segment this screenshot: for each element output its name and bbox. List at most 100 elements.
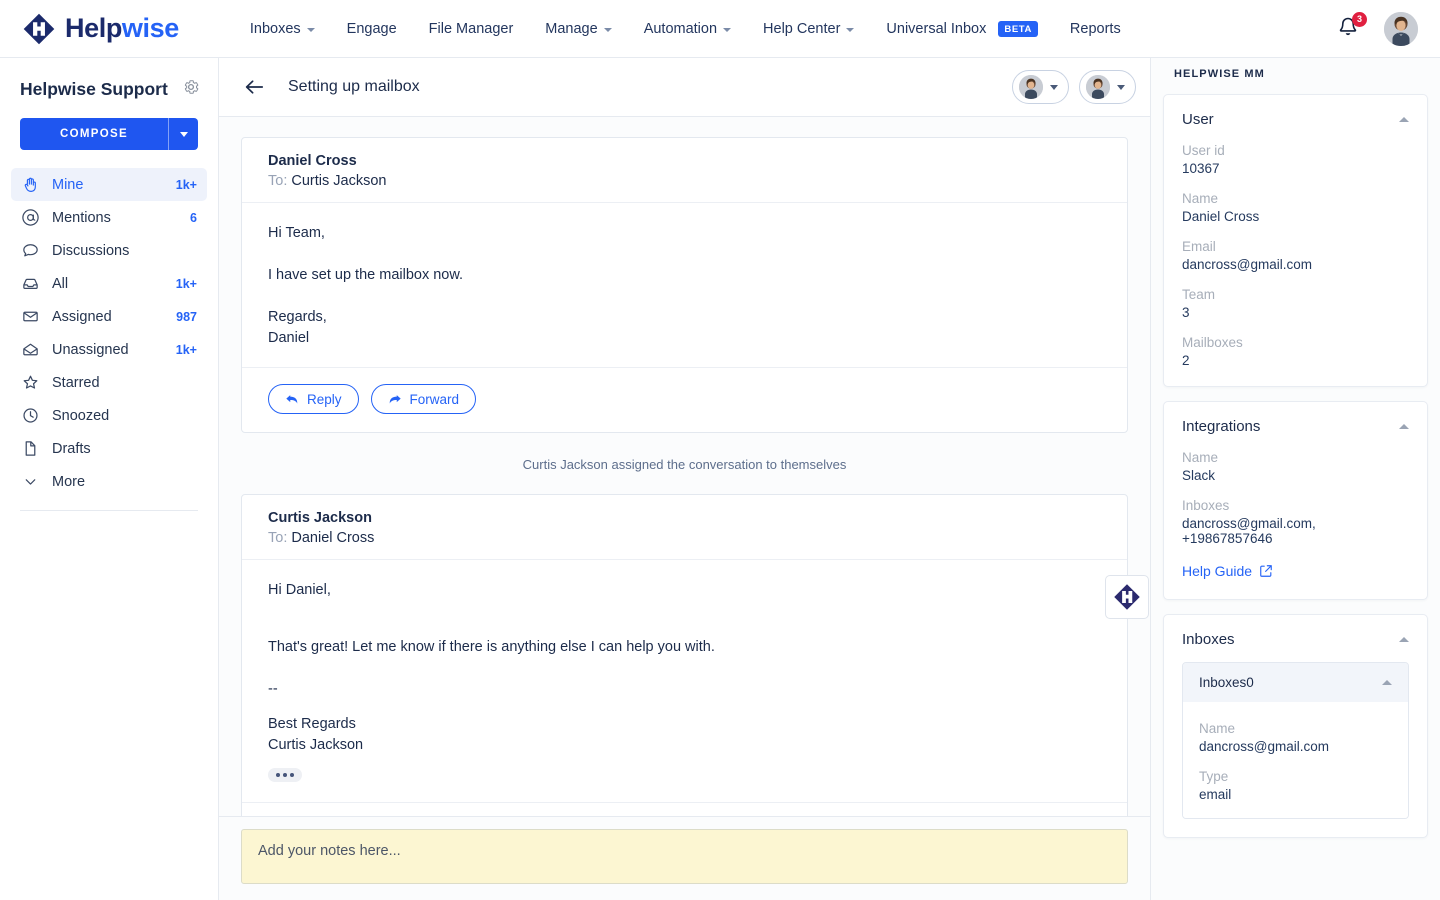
system-event-note: Curtis Jackson assigned the conversation… [522,457,847,472]
compose-button-group[interactable]: COMPOSE [20,118,198,150]
field-value: 3 [1182,305,1190,320]
sidebar-item-label: Mentions [52,209,111,226]
message-line: Regards, Daniel [268,309,327,346]
message-line: That's great! Let me know if there is an… [268,639,715,655]
chevron-up-icon[interactable] [1399,637,1409,642]
avatar [1019,75,1043,99]
nav-item-manage[interactable]: Manage [529,0,627,58]
message-line: Hi Daniel, [268,582,331,598]
field-label: User id [1182,143,1225,158]
sidebar-item-discussions[interactable]: Discussions [11,234,207,267]
message-line: Best Regards Curtis Jackson [268,716,364,753]
chevron-up-icon[interactable] [1382,680,1392,685]
user-avatar[interactable] [1384,11,1418,46]
chevron-down-icon [179,131,188,137]
sidebar-item-more[interactable]: More [11,465,207,498]
envelope-open-icon [21,340,40,359]
sidebar-item-drafts[interactable]: Drafts [11,432,207,465]
help-guide-link[interactable]: Help Guide [1182,563,1273,579]
card-title: User [1182,111,1214,128]
top-navigation-bar: Helpwise Inboxes Engage File Manager Man… [0,0,1440,58]
sidebar-item-label: Snoozed [52,407,110,424]
card-title: Inboxes [1182,631,1235,648]
subcard-title: Inboxes0 [1199,675,1254,690]
inbox-subcard: Inboxes0 Name dancross@gmail.com Type em… [1182,662,1409,819]
nav-links: Inboxes Engage File Manager Manage Autom… [234,0,1137,58]
nav-item-file-manager[interactable]: File Manager [413,0,530,58]
sidebar-item-label: Drafts [52,440,91,457]
field-inbox-name: Name dancross@gmail.com [1199,721,1392,754]
message-sender: Daniel Cross [268,153,357,169]
chevron-down-icon [846,27,855,32]
chevron-down-icon [603,27,612,32]
assignee-dropdown[interactable] [1012,70,1069,104]
inbox-subcard-header[interactable]: Inboxes0 [1183,663,1408,702]
sidebar-item-mine[interactable]: Mine 1k+ [11,168,207,201]
sidebar-item-starred[interactable]: Starred [11,366,207,399]
avatar [1086,75,1110,99]
message-header: Daniel Cross To: Curtis Jackson [242,138,1127,203]
field-label: Type [1199,769,1229,784]
field-label: Inboxes [1182,498,1230,513]
card-title: Integrations [1182,418,1261,435]
right-details-panel: HELPWISE MM User User id 10367 Name Dani… [1150,58,1440,900]
brand-logo[interactable]: Helpwise [22,12,179,46]
nav-right-controls: 3 [1336,11,1418,46]
field-value: 2 [1182,353,1190,368]
inboxes-card-header: Inboxes [1182,631,1409,648]
helpwise-logo-icon [1105,575,1149,619]
sidebar-item-mentions[interactable]: Mentions 6 [11,201,207,234]
field-label: Name [1182,450,1219,465]
external-link-icon [1260,565,1272,577]
inbox-icon [21,274,40,293]
hand-icon [21,175,40,194]
chevron-down-icon [1050,84,1058,90]
reply-button[interactable]: Reply [268,384,359,414]
sidebar-item-count: 6 [190,210,197,225]
message-recipient: To: Curtis Jackson [268,173,387,189]
compose-button[interactable]: COMPOSE [20,118,168,150]
field-user-id: User id 10367 [1182,143,1409,176]
nav-item-reports[interactable]: Reports [1054,0,1137,58]
sidebar-item-unassigned[interactable]: Unassigned 1k+ [11,333,207,366]
sidebar-item-count: 1k+ [175,276,197,291]
sidebar-item-count: 987 [176,309,197,324]
gear-icon[interactable] [182,78,200,101]
ellipsis-icon[interactable] [268,768,302,782]
header-assignees [1012,70,1136,104]
nav-item-help-center[interactable]: Help Center [747,0,870,58]
envelope-closed-icon [21,307,40,326]
sidebar-item-assigned[interactable]: Assigned 987 [11,300,207,333]
sidebar-item-label: Unassigned [52,341,129,358]
chevron-up-icon[interactable] [1399,117,1409,122]
notifications-button[interactable]: 3 [1336,11,1367,43]
sidebar-item-all[interactable]: All 1k+ [11,267,207,300]
chevron-down-icon [306,27,315,32]
field-label: Mailboxes [1182,335,1243,350]
inbox-subcard-body: Name dancross@gmail.com Type email [1183,702,1408,818]
notes-input[interactable]: Add your notes here... [241,829,1128,884]
nav-item-automation[interactable]: Automation [628,0,747,58]
nav-item-inboxes[interactable]: Inboxes [234,0,331,58]
sidebar-item-label: Mine [52,176,84,193]
nav-item-engage[interactable]: Engage [331,0,413,58]
assignee-dropdown-secondary[interactable] [1079,70,1136,104]
back-arrow-icon[interactable] [241,74,267,100]
sidebar-item-label: More [52,473,86,490]
chevron-down-icon [723,27,732,32]
sidebar-item-snoozed[interactable]: Snoozed [11,399,207,432]
message-body: Hi Daniel, That's great! Let me know if … [242,560,1127,802]
nav-item-universal-inbox[interactable]: Universal Inbox BETA [870,0,1054,58]
field-inbox-type: Type email [1199,769,1392,802]
forward-button[interactable]: Forward [370,384,477,414]
field-label: Name [1182,191,1219,206]
field-integration-inboxes: Inboxes dancross@gmail.com, +19867857646 [1182,498,1409,546]
helpwise-logo-icon [22,12,56,46]
message-line: I have set up the mailbox now. [268,267,464,283]
compose-dropdown-button[interactable] [168,118,198,150]
chevron-up-icon[interactable] [1399,424,1409,429]
message-sender: Curtis Jackson [268,510,372,526]
beta-badge: BETA [998,20,1038,37]
field-integration-name: Name Slack [1182,450,1409,483]
at-icon [21,208,40,227]
